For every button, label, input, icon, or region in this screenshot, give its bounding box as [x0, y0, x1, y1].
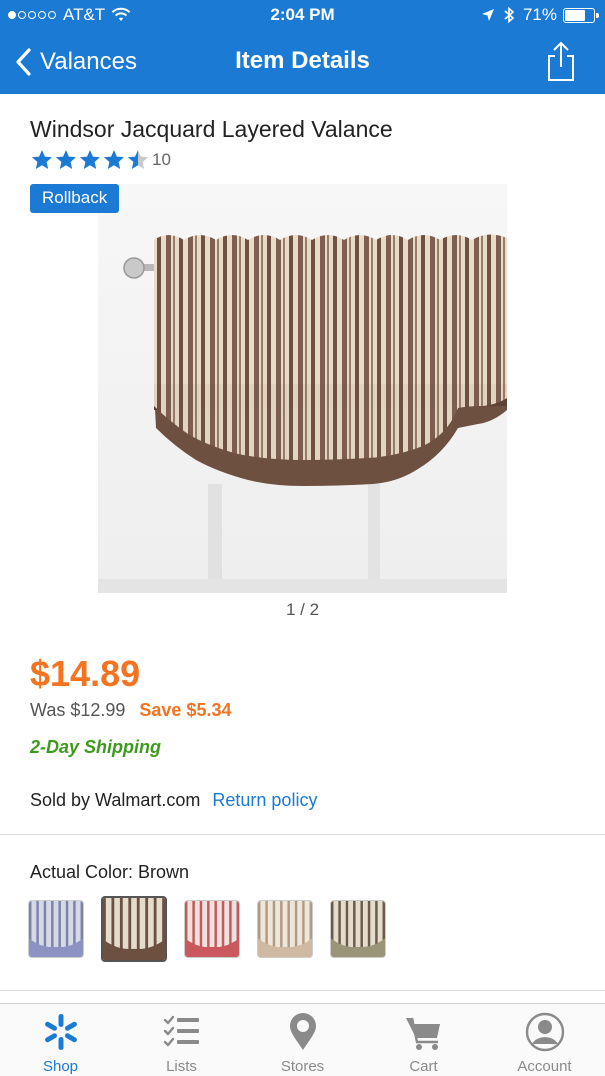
valance-photo [98, 184, 507, 593]
status-right: 71% [481, 5, 599, 25]
status-bar: AT&T 2:04 PM 71% [0, 0, 605, 30]
store-pin-icon [289, 1013, 316, 1050]
rating-stars [30, 148, 150, 172]
rollback-badge: Rollback [30, 184, 120, 213]
tab-label: Cart [409, 1058, 438, 1075]
star-icon [104, 150, 124, 169]
color-swatch-sage[interactable] [330, 900, 386, 958]
tab-bar: Shop Lists Stores Cart Account [0, 1003, 605, 1076]
swatch-pattern [29, 901, 83, 957]
navigation-bar: Valances Item Details [0, 30, 605, 94]
tab-label: Lists [166, 1058, 197, 1075]
sold-by: Sold by Walmart.com [30, 790, 201, 810]
share-icon [548, 41, 574, 81]
color-swatch-tan[interactable] [257, 900, 313, 958]
swatch-pattern [103, 898, 165, 960]
tab-stores[interactable]: Stores [242, 1004, 363, 1076]
seller-row: Sold by Walmart.com Return policy [30, 790, 317, 811]
current-price: $14.89 [30, 653, 141, 694]
star-icon [56, 150, 76, 169]
color-swatch-blue[interactable] [28, 900, 84, 958]
battery-icon [563, 7, 599, 23]
shipping-badge: 2-Day Shipping [30, 737, 162, 757]
product-image[interactable] [98, 184, 507, 593]
page-title: Item Details [235, 47, 370, 74]
swatch-pattern [331, 901, 385, 957]
color-swatch-brown[interactable] [101, 896, 167, 962]
account-icon [525, 1012, 564, 1052]
tab-label: Account [517, 1058, 572, 1075]
swatch-pattern [258, 901, 312, 957]
divider [0, 990, 605, 991]
location-arrow-icon [481, 9, 494, 21]
tab-label: Shop [42, 1058, 79, 1075]
divider [0, 834, 605, 835]
color-swatch-red[interactable] [184, 900, 240, 958]
review-count: 10 [152, 150, 171, 169]
list-icon [163, 1015, 199, 1047]
tab-label: Stores [280, 1058, 325, 1075]
image-counter: 1 / 2 [285, 600, 320, 619]
tab-account[interactable]: Account [484, 1004, 605, 1076]
tab-lists[interactable]: Lists [121, 1004, 242, 1076]
return-policy-link[interactable]: Return policy [212, 790, 317, 811]
star-icon [32, 150, 52, 169]
swatch-pattern [185, 901, 239, 957]
product-rating[interactable]: 10 [30, 148, 171, 172]
cart-icon [405, 1017, 440, 1050]
color-swatches [28, 896, 403, 962]
star-icon [128, 150, 148, 169]
tab-cart[interactable]: Cart [363, 1004, 484, 1076]
battery-percent: 71% [522, 5, 557, 24]
savings-amount: Save $5.34 [139, 700, 232, 720]
spark-icon [44, 1014, 77, 1050]
tab-shop[interactable]: Shop [0, 1004, 121, 1076]
color-label: Actual Color: Brown [30, 862, 190, 882]
battery-level [565, 9, 585, 21]
was-price-row: Was $12.99 Save $5.34 [30, 700, 231, 721]
share-button[interactable] [541, 40, 581, 82]
was-price: Was $12.99 [30, 700, 126, 720]
bluetooth-icon [504, 6, 515, 24]
product-title: Windsor Jacquard Layered Valance [30, 116, 393, 142]
star-icon [80, 150, 100, 169]
